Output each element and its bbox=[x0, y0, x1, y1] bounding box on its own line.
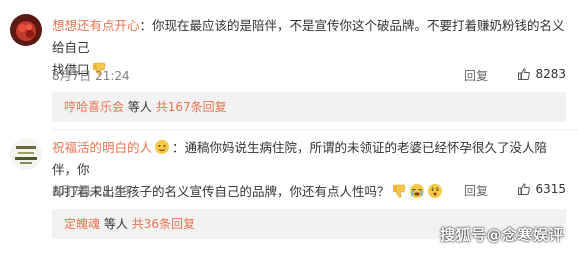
like-button[interactable]: 8283 bbox=[518, 67, 566, 81]
replier-name[interactable]: 哼哈喜乐会 bbox=[64, 100, 124, 114]
comment-username[interactable]: 祝福活的明白的人 bbox=[52, 140, 152, 155]
like-count: 6315 bbox=[535, 182, 566, 196]
comment-time: 8月7日 21:29 bbox=[52, 184, 130, 198]
reply-summary[interactable]: 哼哈喜乐会 等人 共167条回复 bbox=[52, 92, 566, 122]
user-avatar[interactable] bbox=[10, 14, 42, 46]
replier-others: 等人 bbox=[127, 100, 152, 114]
comment-meta: 8月7日 21:29 回复 6315 bbox=[52, 182, 566, 200]
comment-username[interactable]: 想想还有点开心 bbox=[52, 18, 140, 33]
reply-button[interactable]: 回复 bbox=[464, 182, 488, 199]
thumbs-up-icon bbox=[518, 183, 531, 195]
user-badge-icon bbox=[155, 140, 170, 154]
reply-count[interactable]: 共167条回复 bbox=[156, 100, 227, 114]
user-avatar[interactable] bbox=[10, 138, 42, 170]
like-button[interactable]: 6315 bbox=[518, 182, 566, 196]
like-count: 8283 bbox=[535, 67, 566, 81]
watermark: 搜狐号@念寒娱评 bbox=[439, 226, 564, 244]
thumbs-up-icon bbox=[518, 68, 531, 80]
comment-divider bbox=[52, 129, 578, 130]
reply-button[interactable]: 回复 bbox=[464, 67, 488, 84]
replier-name[interactable]: 定魄魂 bbox=[64, 217, 100, 231]
reply-count[interactable]: 共36条回复 bbox=[132, 217, 195, 231]
replier-others: 等人 bbox=[103, 217, 128, 231]
comment-meta: 8月7日 21:24 回复 8283 bbox=[52, 67, 566, 85]
comment-time: 8月7日 21:24 bbox=[52, 69, 130, 83]
